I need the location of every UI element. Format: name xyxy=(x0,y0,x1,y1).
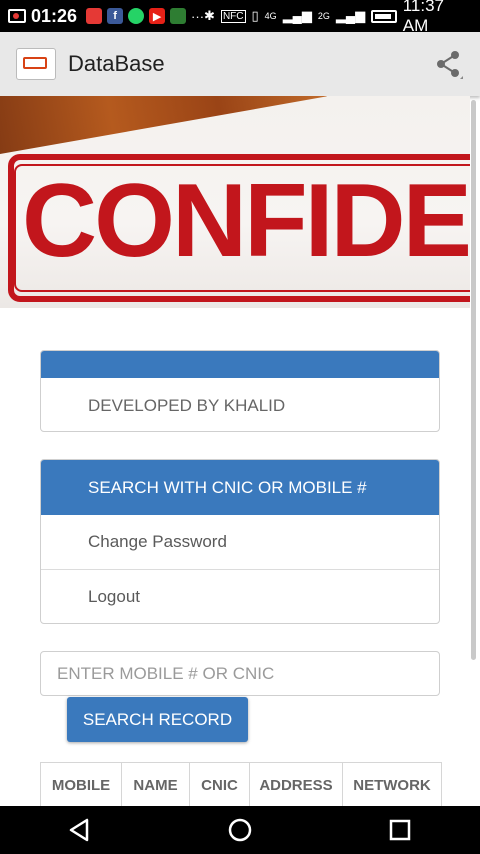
app-title: DataBase xyxy=(68,51,165,76)
notification-app-icon xyxy=(86,8,103,24)
signal-icon-1: ▂▄▆ xyxy=(282,8,312,23)
app-notification-icon xyxy=(170,8,187,24)
recording-time: 01:26 xyxy=(31,5,78,26)
column-header-cnic: CNIC xyxy=(189,762,250,808)
more-notifications-icon: ··· xyxy=(191,8,205,24)
back-icon xyxy=(69,818,89,842)
nfc-icon: NFC xyxy=(220,9,246,23)
youtube-icon: ▶ xyxy=(149,8,166,24)
status-right: ✱ NFC ▯ 4G ▂▄▆ 2G ▂▄▆ 11:37 AM xyxy=(204,0,472,36)
scrollbar[interactable] xyxy=(471,100,476,660)
recents-icon xyxy=(389,819,411,841)
network-4g-label: 4G xyxy=(264,11,277,21)
column-header-address: ADDRESS xyxy=(249,762,343,808)
app-logo xyxy=(16,48,56,80)
signal-icon-2: ▂▄▆ xyxy=(335,8,366,23)
network-2g-label: 2G xyxy=(317,11,330,21)
facebook-icon: f xyxy=(107,8,124,24)
home-icon xyxy=(228,818,252,842)
search-menu-item[interactable]: SEARCH WITH CNIC OR MOBILE # xyxy=(41,460,439,515)
banner-wood-board xyxy=(0,96,327,159)
whatsapp-icon xyxy=(128,8,145,24)
menu-card: SEARCH WITH CNIC OR MOBILE # Change Pass… xyxy=(40,459,440,624)
column-header-name: NAME xyxy=(121,762,190,808)
recents-button[interactable] xyxy=(376,806,424,854)
battery-icon xyxy=(371,9,397,23)
vibrate-icon: ▯ xyxy=(251,8,259,23)
column-header-mobile: MOBILE xyxy=(40,762,122,808)
screen-record-icon xyxy=(8,9,26,23)
search-input[interactable] xyxy=(40,651,440,696)
home-button[interactable] xyxy=(216,806,264,854)
banner-stamp-text: CONFIDEN xyxy=(22,163,470,279)
status-clock: 11:37 AM xyxy=(402,0,445,35)
navigation-bar xyxy=(0,806,480,854)
logout-item[interactable]: Logout xyxy=(41,569,439,623)
bluetooth-icon: ✱ xyxy=(204,8,215,23)
results-table: MOBILE NAME CNIC ADDRESS NETWORK xyxy=(40,762,442,808)
share-button[interactable] xyxy=(432,48,464,80)
change-password-item[interactable]: Change Password xyxy=(41,515,439,569)
column-header-network: NETWORK xyxy=(342,762,442,808)
developer-card: DEVELOPED BY KHALID xyxy=(40,350,440,432)
search-record-button[interactable]: SEARCH RECORD xyxy=(67,697,248,742)
confidential-banner: CONFIDEN xyxy=(0,96,470,308)
developer-card-header xyxy=(41,351,439,378)
status-bar: 01:26 f ▶ ··· ✱ NFC ▯ 4G ▂▄▆ 2G ▂▄▆ 11:3… xyxy=(0,0,480,35)
share-icon xyxy=(437,51,463,79)
app-bar: DataBase xyxy=(0,32,480,96)
developer-credit: DEVELOPED BY KHALID xyxy=(88,395,286,415)
back-button[interactable] xyxy=(56,806,104,854)
table-header-row: MOBILE NAME CNIC ADDRESS NETWORK xyxy=(40,762,442,808)
status-left: 01:26 f ▶ ··· xyxy=(8,6,204,27)
